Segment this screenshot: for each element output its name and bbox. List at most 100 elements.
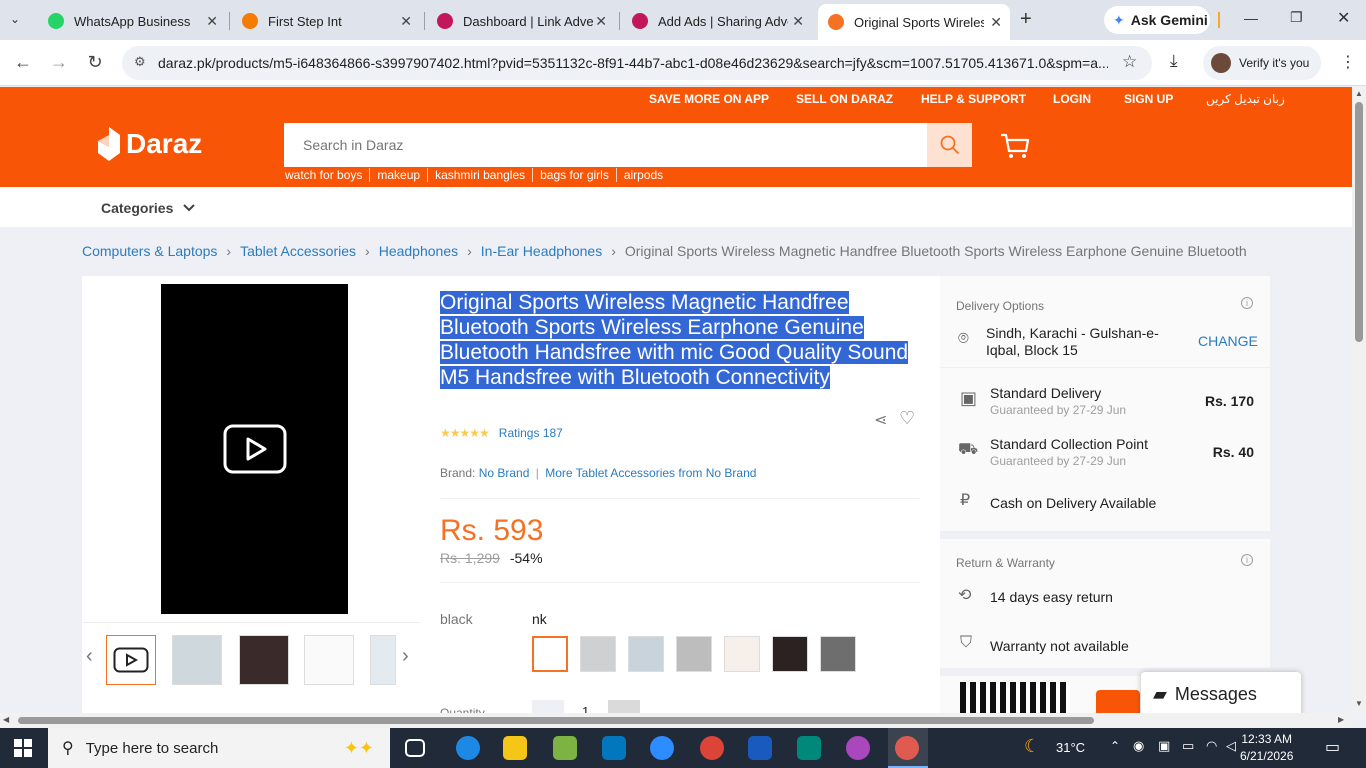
scroll-up-icon[interactable]: ▲: [1355, 89, 1363, 98]
file-explorer-icon[interactable]: [503, 736, 527, 760]
download-icon[interactable]: ⤓: [1170, 51, 1178, 71]
forward-icon[interactable]: →: [48, 52, 70, 73]
verify-profile-button[interactable]: Verify it's you: [1203, 46, 1321, 80]
color-swatch[interactable]: [580, 636, 616, 672]
sell-on-daraz-link[interactable]: SELL ON DARAZ: [796, 92, 893, 106]
daraz-logo[interactable]: Daraz: [98, 127, 202, 161]
search-input[interactable]: [284, 123, 884, 167]
color-swatch[interactable]: [820, 636, 856, 672]
suggestion-link[interactable]: kashmiri bangles: [427, 168, 532, 182]
show-hidden-icons[interactable]: ⌃: [1110, 739, 1120, 753]
search-button[interactable]: [927, 123, 972, 167]
info-icon[interactable]: i: [1241, 554, 1253, 566]
notifications-icon[interactable]: ▭: [1325, 737, 1340, 757]
messages-button[interactable]: ▰ Messages: [1141, 672, 1301, 716]
horizontal-scroll-thumb[interactable]: [18, 717, 1094, 724]
chrome-icon[interactable]: [700, 736, 724, 760]
ratings-link[interactable]: Ratings 187: [499, 426, 563, 440]
signup-link[interactable]: SIGN UP: [1124, 92, 1173, 106]
reload-icon[interactable]: ↻: [84, 52, 106, 73]
more-from-brand-link[interactable]: More Tablet Accessories from No Brand: [545, 466, 756, 480]
temperature[interactable]: 31°C: [1056, 740, 1085, 755]
calendar-app-icon[interactable]: [797, 736, 821, 760]
close-tab-icon[interactable]: ✕: [206, 13, 218, 30]
thumbnail-image[interactable]: [172, 635, 222, 685]
breadcrumb-link[interactable]: Tablet Accessories: [240, 243, 356, 259]
brand-link[interactable]: No Brand: [479, 466, 530, 480]
language-switch-link[interactable]: زبان تبدیل کریں: [1206, 92, 1285, 106]
tab-dashboard[interactable]: Dashboard | Link Adver ✕: [427, 6, 615, 36]
share-icon[interactable]: ⋖: [874, 410, 887, 430]
scroll-right-icon[interactable]: ▶: [1338, 715, 1344, 724]
tab-daraz-active[interactable]: Original Sports Wireless ✕: [818, 4, 1010, 40]
color-swatch[interactable]: [724, 636, 760, 672]
omnibox[interactable]: ⚙ daraz.pk/products/m5-i648364866-s39979…: [122, 46, 1152, 80]
volume-icon[interactable]: ◁: [1226, 738, 1236, 754]
product-video[interactable]: [161, 284, 348, 614]
wifi-icon[interactable]: ◠: [1206, 738, 1217, 754]
color-swatch[interactable]: [628, 636, 664, 672]
tab-first-step[interactable]: First Step Int ✕: [232, 6, 420, 36]
camera-icon[interactable]: ▣: [1158, 738, 1170, 754]
back-icon[interactable]: ←: [12, 52, 34, 73]
close-tab-icon[interactable]: ✕: [792, 13, 804, 30]
zoom-icon[interactable]: [650, 736, 674, 760]
save-more-on-app-link[interactable]: SAVE MORE ON APP: [649, 92, 769, 106]
taskbar-search[interactable]: ⚲ Type here to search ✦✦: [48, 728, 390, 768]
color-swatch[interactable]: [676, 636, 712, 672]
store-icon[interactable]: [553, 736, 577, 760]
wishlist-heart-icon[interactable]: ♡: [899, 408, 915, 429]
color-swatch[interactable]: [772, 636, 808, 672]
suggestion-link[interactable]: airpods: [615, 168, 670, 182]
edge-icon[interactable]: [456, 736, 480, 760]
tab-list-dropdown-icon[interactable]: ⌄: [10, 12, 20, 26]
color-swatch[interactable]: [532, 636, 568, 672]
suggestion-link[interactable]: bags for girls: [532, 168, 616, 182]
close-tab-icon[interactable]: ✕: [595, 13, 607, 30]
vertical-scrollbar[interactable]: ▲ ▼: [1352, 87, 1366, 713]
windows-start-icon[interactable]: [14, 739, 32, 762]
maps-pin-icon[interactable]: [846, 736, 870, 760]
scroll-left-icon[interactable]: ◀: [3, 715, 9, 724]
tab-whatsapp[interactable]: WhatsApp Business ✕: [38, 6, 226, 36]
login-link[interactable]: LOGIN: [1053, 92, 1091, 106]
scroll-down-icon[interactable]: ▼: [1355, 699, 1363, 708]
ask-gemini-button[interactable]: ✦ Ask Gemini: [1104, 6, 1210, 34]
breadcrumb-link[interactable]: Headphones: [379, 243, 458, 259]
close-tab-icon[interactable]: ✕: [990, 14, 1002, 31]
task-view-icon[interactable]: [405, 739, 425, 757]
suggestion-link[interactable]: watch for boys: [285, 168, 369, 182]
menu-kebab-icon[interactable]: ⋮: [1340, 52, 1356, 72]
thumbnail-video[interactable]: [106, 635, 156, 685]
prev-thumb-icon[interactable]: ‹: [86, 645, 93, 668]
play-video-icon[interactable]: [223, 424, 287, 474]
close-tab-icon[interactable]: ✕: [400, 13, 412, 30]
close-window-icon[interactable]: ✕: [1337, 8, 1350, 28]
thumbnail-image[interactable]: [304, 635, 354, 685]
info-icon[interactable]: i: [1241, 297, 1253, 309]
horizontal-scrollbar[interactable]: ◀ ▶: [0, 713, 1352, 727]
breadcrumb-link[interactable]: Computers & Laptops: [82, 243, 217, 259]
minimize-icon[interactable]: —: [1244, 10, 1258, 26]
help-support-link[interactable]: HELP & SUPPORT: [921, 92, 1026, 106]
thumbnail-image[interactable]: [370, 635, 396, 685]
next-thumb-icon[interactable]: ›: [402, 645, 409, 668]
bookmark-star-icon[interactable]: ☆: [1122, 52, 1137, 72]
categories-dropdown[interactable]: Categories: [101, 200, 196, 216]
thumbnail-image[interactable]: [239, 635, 289, 685]
suggestion-link[interactable]: makeup: [369, 168, 427, 182]
cart-button[interactable]: [1000, 133, 1030, 164]
record-icon[interactable]: ◉: [1133, 738, 1144, 754]
word-icon[interactable]: [748, 736, 772, 760]
restore-icon[interactable]: ❐: [1290, 9, 1303, 26]
vertical-scroll-thumb[interactable]: [1355, 102, 1363, 342]
clock[interactable]: 12:33 AM 6/21/2026: [1240, 731, 1293, 765]
change-location-button[interactable]: CHANGE: [1198, 333, 1258, 349]
tab-add-ads[interactable]: Add Ads | Sharing Adve ✕: [622, 6, 812, 36]
battery-icon[interactable]: ▭: [1182, 738, 1194, 754]
url-text[interactable]: daraz.pk/products/m5-i648364866-s3997907…: [158, 55, 1108, 71]
outlook-icon[interactable]: [602, 736, 626, 760]
site-info-icon[interactable]: ⚙: [134, 54, 146, 70]
new-tab-button[interactable]: +: [1020, 8, 1032, 31]
breadcrumb-link[interactable]: In-Ear Headphones: [481, 243, 602, 259]
